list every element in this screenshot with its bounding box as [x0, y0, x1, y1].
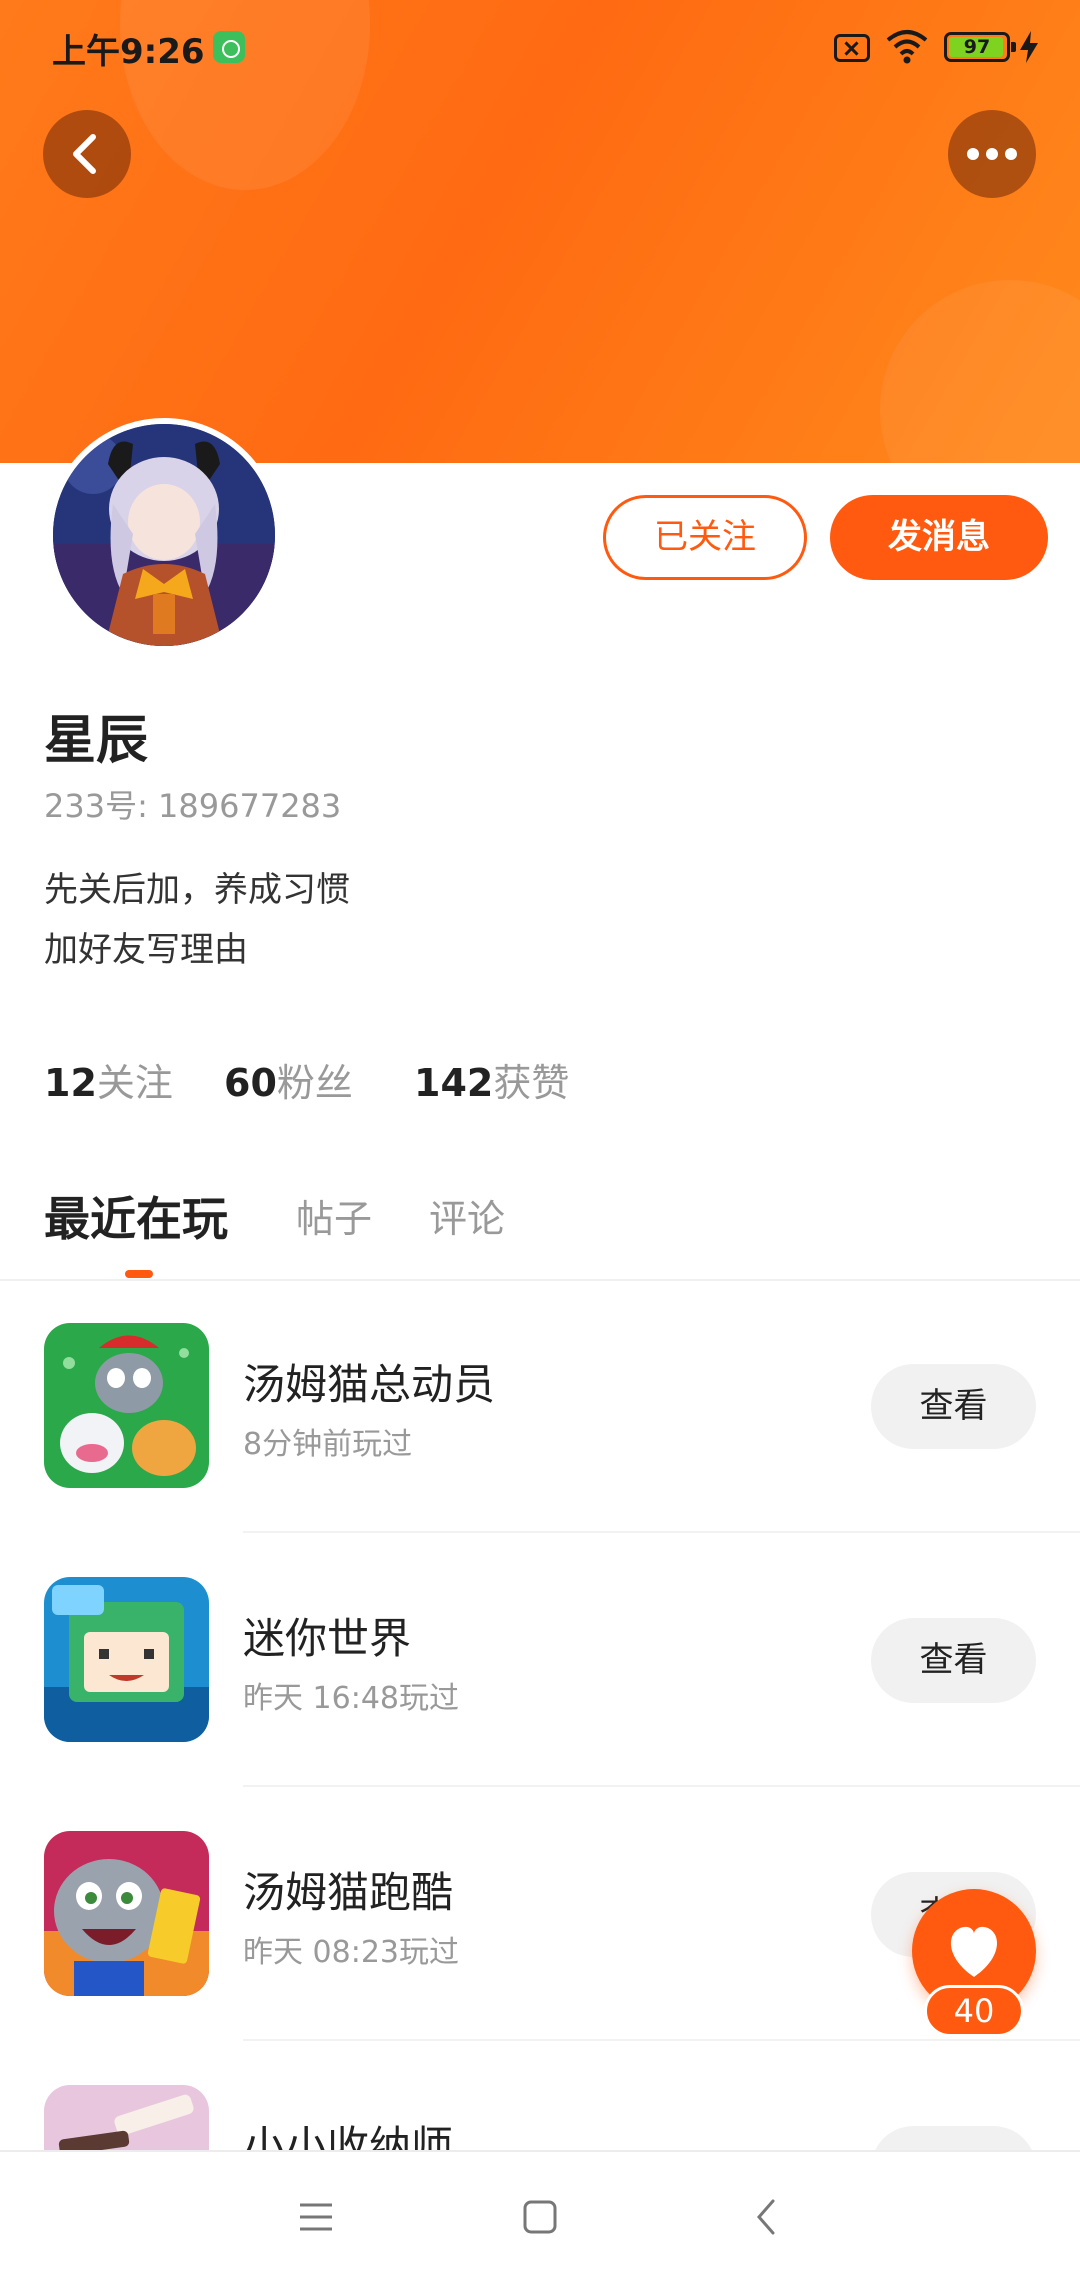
chevron-left-icon: [73, 134, 96, 174]
tab-active-indicator: [125, 1270, 153, 1278]
avatar[interactable]: [47, 418, 281, 652]
wifi-icon: [886, 30, 928, 64]
stat-fans[interactable]: 60粉丝: [224, 1052, 353, 1107]
system-nav-bar: [0, 2150, 1080, 2280]
stat-label: 粉丝: [276, 1061, 353, 1105]
no-sim-icon: [834, 34, 870, 62]
stat-number: 12: [44, 1061, 97, 1105]
charging-icon: [1020, 31, 1038, 63]
tab-comments[interactable]: 评论: [429, 1188, 505, 1243]
status-bar: 上午9:26 97: [0, 0, 1080, 96]
view-button[interactable]: 查看: [871, 1618, 1036, 1703]
back-nav-icon[interactable]: [737, 2187, 797, 2247]
banner-decoration: [880, 280, 1080, 463]
stat-likes[interactable]: 142获赞: [414, 1052, 569, 1107]
tab-posts[interactable]: 帖子: [296, 1188, 372, 1243]
game-last-played: 昨天 16:48玩过: [243, 1681, 459, 1716]
send-message-button[interactable]: 发消息: [830, 495, 1048, 580]
app-notification-icon: [213, 31, 245, 63]
stat-label: 关注: [96, 1061, 173, 1105]
game-title: 汤姆猫跑酷: [243, 1868, 454, 1917]
game-icon: [44, 1831, 209, 1996]
bio-line: 先关后加，养成习惯: [44, 870, 350, 910]
home-icon[interactable]: [510, 2187, 570, 2247]
game-title: 迷你世界: [243, 1614, 412, 1663]
view-button[interactable]: 查看: [871, 1364, 1036, 1449]
stat-label: 获赞: [493, 1061, 570, 1105]
list-item[interactable]: 迷你世界 昨天 16:48玩过 查看: [0, 1533, 1080, 1787]
status-time: 上午9:26: [52, 32, 205, 72]
list-item[interactable]: 汤姆猫总动员 8分钟前玩过 查看: [0, 1279, 1080, 1533]
followed-button[interactable]: 已关注: [603, 495, 807, 580]
stat-number: 142: [414, 1061, 494, 1105]
battery-icon: 97: [944, 32, 1016, 62]
bio-line: 加好友写理由: [44, 930, 248, 970]
menu-icon[interactable]: [286, 2187, 346, 2247]
game-last-played: 8分钟前玩过: [243, 1427, 413, 1462]
back-button[interactable]: [43, 110, 131, 198]
user-name: 星辰: [44, 711, 149, 771]
user-id: 233号: 189677283: [44, 787, 342, 825]
more-options-button[interactable]: [948, 110, 1036, 198]
user-bio: 先关后加，养成习惯 加好友写理由: [44, 860, 350, 980]
battery-level: 97: [963, 36, 991, 58]
avatar-image: [53, 424, 275, 646]
like-count-badge: 40: [924, 1985, 1024, 2037]
game-title: 汤姆猫总动员: [243, 1360, 496, 1409]
stat-following[interactable]: 12关注: [44, 1052, 173, 1107]
game-last-played: 昨天 08:23玩过: [243, 1935, 459, 1970]
game-icon: [44, 1323, 209, 1488]
stat-number: 60: [224, 1061, 277, 1105]
tab-recently-played[interactable]: 最近在玩: [44, 1183, 228, 1249]
more-dots-icon: [967, 148, 1017, 160]
game-icon: [44, 1577, 209, 1742]
